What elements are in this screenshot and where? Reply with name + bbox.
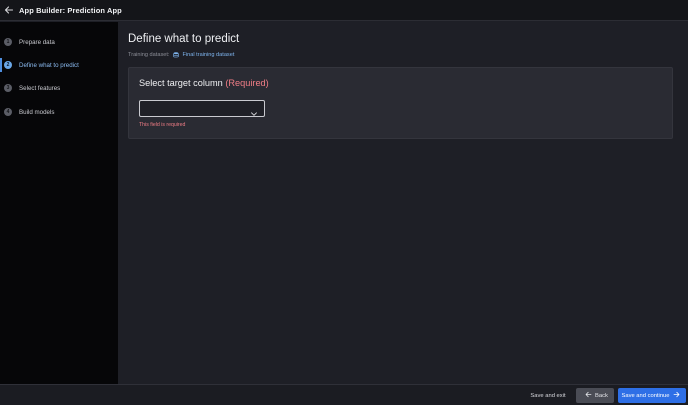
back-button[interactable]: Back bbox=[576, 388, 614, 403]
app-title: App Builder: Prediction App bbox=[19, 5, 122, 15]
step-label: Select features bbox=[19, 84, 61, 92]
save-and-exit-button[interactable]: Save and exit bbox=[526, 389, 570, 402]
training-dataset-row: Training dataset: Final training dataset bbox=[128, 52, 234, 58]
chevron-down-icon bbox=[250, 105, 258, 116]
error-message: This field is required bbox=[139, 122, 186, 128]
step-number: 1 bbox=[4, 38, 12, 46]
card-title: Select target column (Required) bbox=[139, 78, 269, 88]
step-prepare-data[interactable]: 1 Prepare data bbox=[0, 32, 118, 52]
step-number: 4 bbox=[4, 108, 12, 116]
save-and-continue-button[interactable]: Save and continue bbox=[618, 388, 686, 403]
steps-sidebar: 1 Prepare data 2 Define what to predict … bbox=[0, 22, 118, 384]
back-label: Back bbox=[595, 392, 608, 399]
arrow-left-icon[interactable] bbox=[2, 3, 16, 17]
step-label: Prepare data bbox=[19, 38, 55, 46]
main-content: Define what to predict Training dataset:… bbox=[118, 22, 688, 384]
step-define-what-to-predict[interactable]: 2 Define what to predict bbox=[0, 55, 118, 75]
card-title-text: Select target column bbox=[139, 78, 223, 88]
step-label: Build models bbox=[19, 108, 55, 116]
page-title: Define what to predict bbox=[128, 33, 240, 45]
database-icon bbox=[173, 52, 180, 58]
required-label: (Required) bbox=[225, 78, 269, 88]
save-and-continue-label: Save and continue bbox=[621, 392, 670, 399]
step-number: 2 bbox=[4, 61, 12, 69]
step-build-models[interactable]: 4 Build models bbox=[0, 102, 118, 122]
footer-bar: Save and exit Back Save and continue bbox=[0, 384, 688, 405]
dataset-label: Training dataset: bbox=[128, 52, 170, 58]
target-column-select[interactable] bbox=[139, 100, 265, 117]
arrow-left-icon bbox=[585, 391, 592, 400]
save-and-exit-label: Save and exit bbox=[530, 392, 566, 399]
dataset-link[interactable]: Final training dataset bbox=[182, 52, 234, 58]
active-step-indicator bbox=[0, 58, 2, 72]
step-label: Define what to predict bbox=[19, 61, 79, 69]
arrow-right-icon bbox=[673, 391, 680, 400]
step-select-features[interactable]: 3 Select features bbox=[0, 78, 118, 98]
target-column-card: Select target column (Required) This fie… bbox=[128, 67, 673, 139]
step-number: 3 bbox=[4, 84, 12, 92]
top-bar: App Builder: Prediction App bbox=[0, 0, 688, 21]
